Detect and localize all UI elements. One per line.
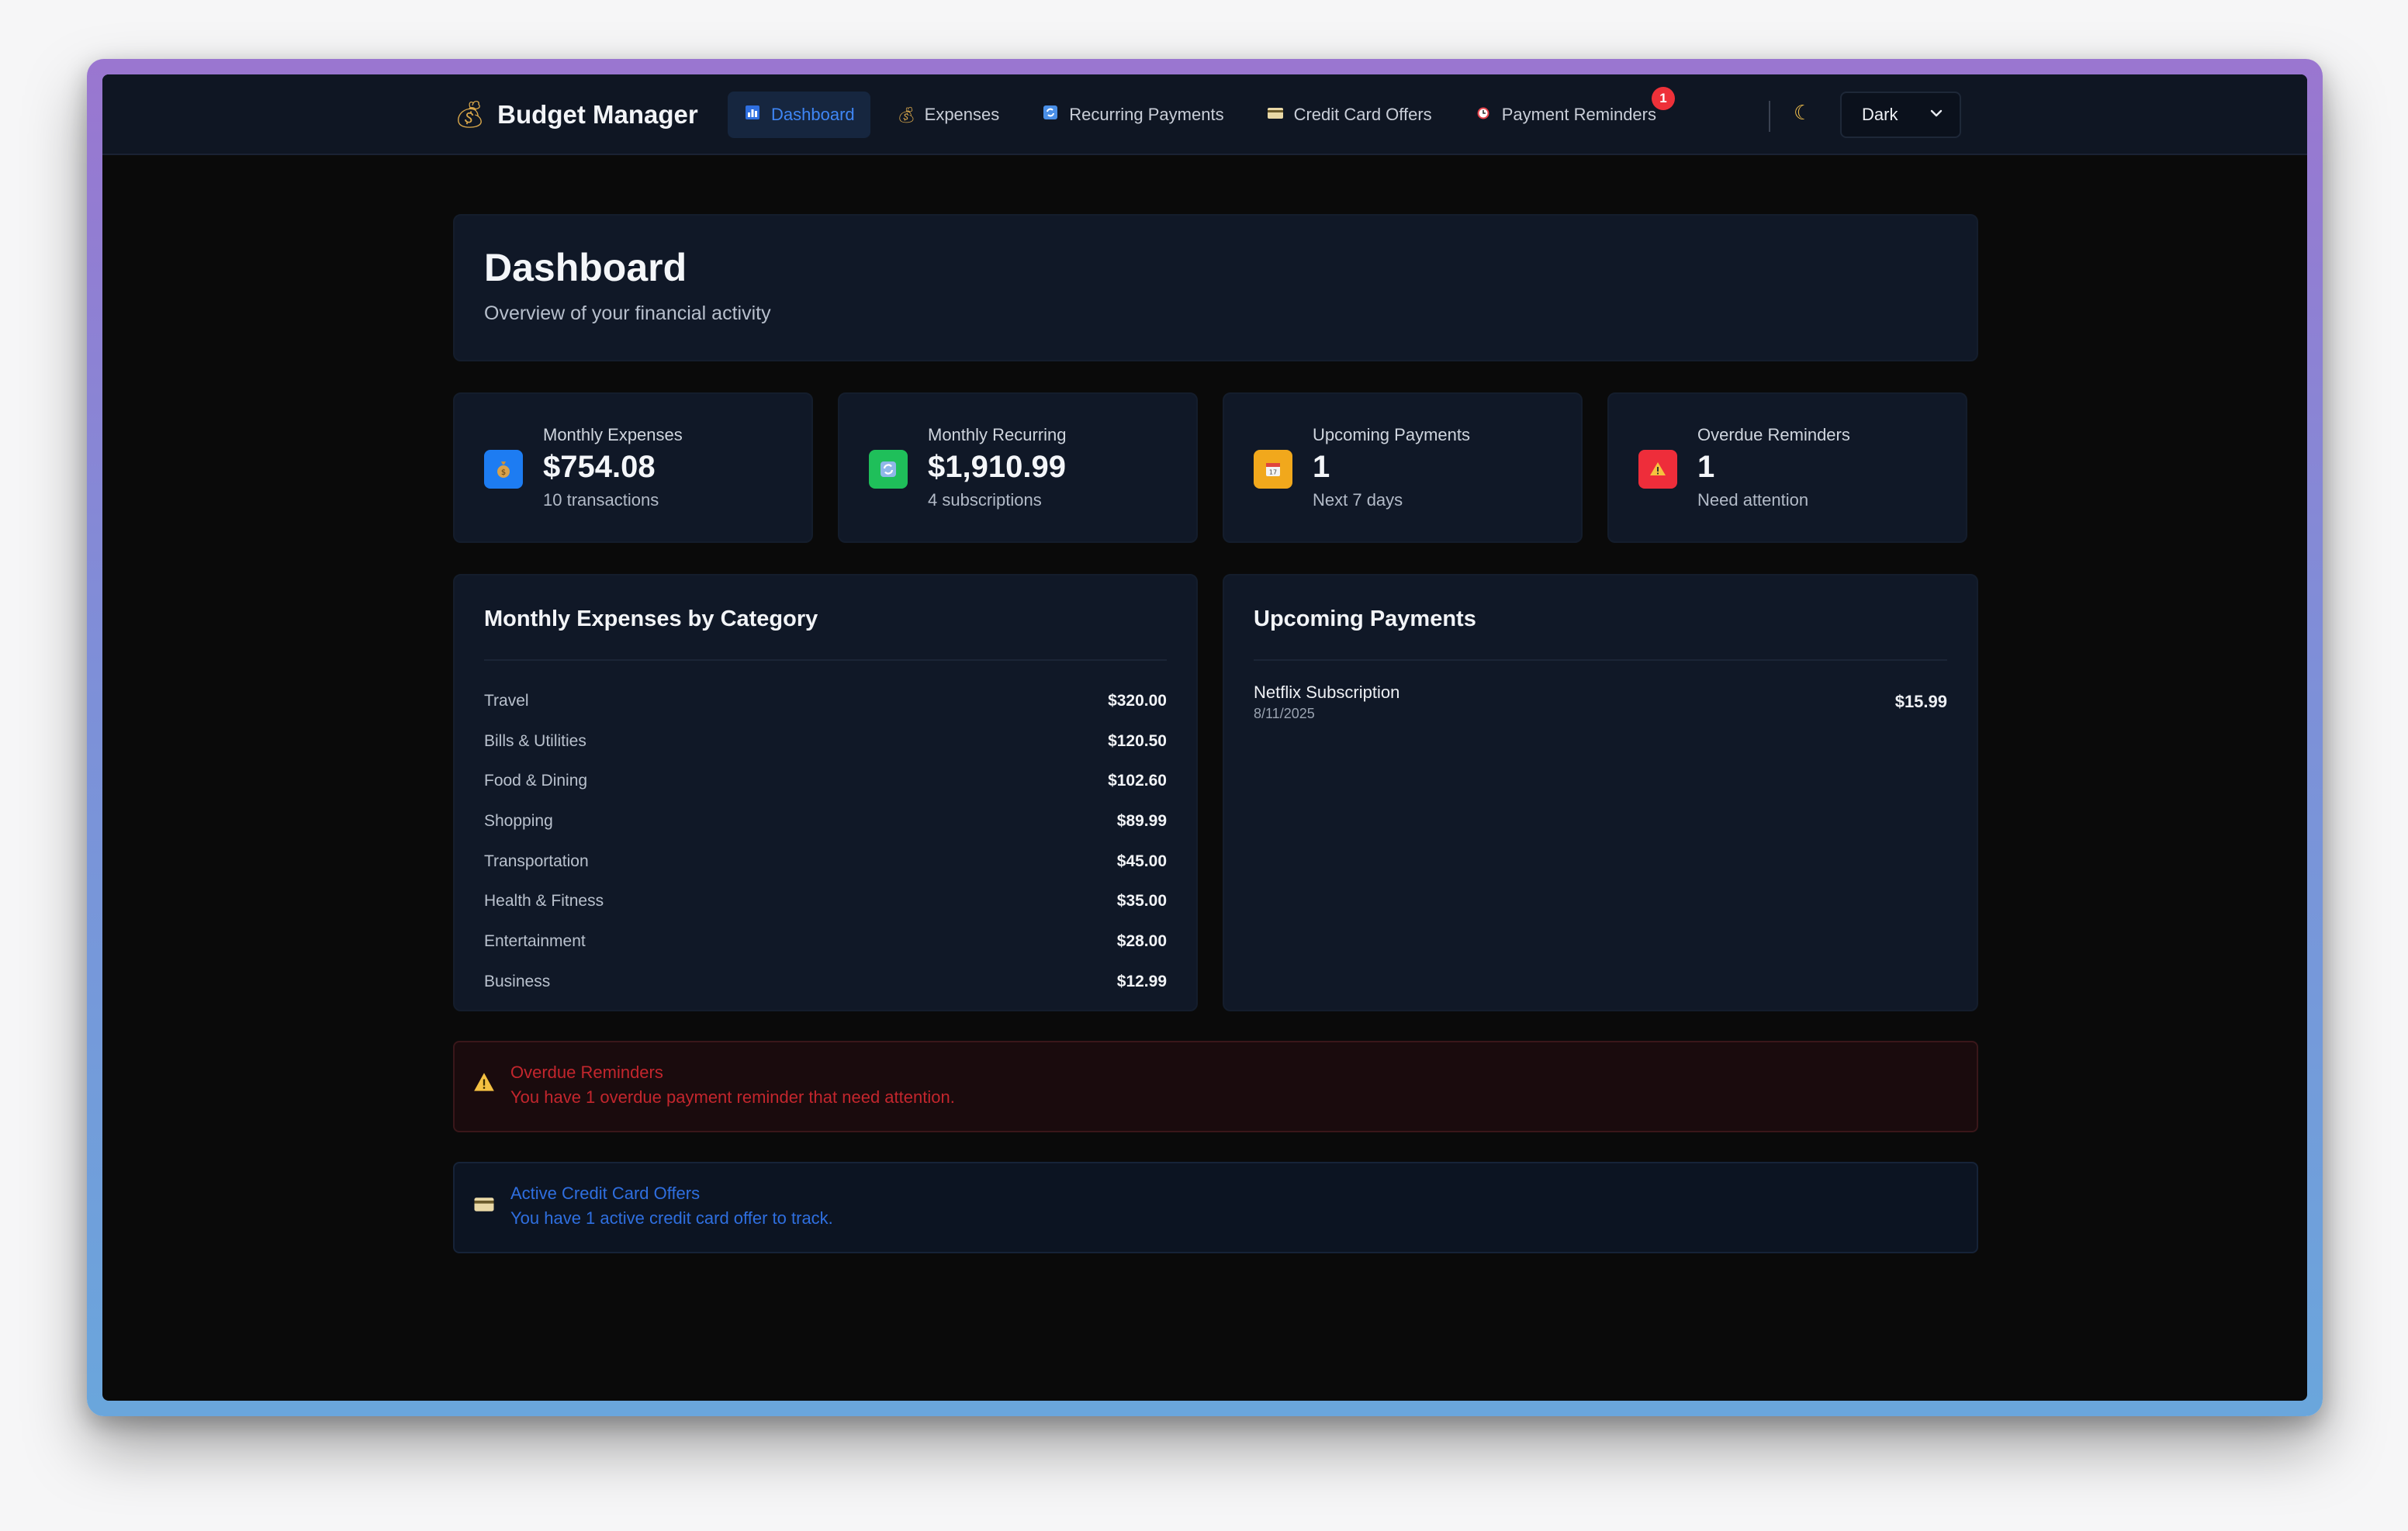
category-amount: $28.00 [1116,931,1167,950]
stat-subtext: 10 transactions [543,490,659,510]
warning-icon [1638,450,1677,489]
theme-select[interactable]: Dark [1840,92,1961,138]
chart-icon [743,105,762,125]
payment-name: Netflix Subscription [1254,683,1400,702]
category-name: Entertainment [484,931,586,950]
moon-icon: ☾ [1794,101,1812,124]
category-name: Transportation [484,852,589,870]
payment-date: 8/11/2025 [1254,706,1315,721]
nav-item-credit-card-offers[interactable]: Credit Card Offers [1251,92,1448,138]
category-amount: $89.99 [1116,811,1167,830]
chevron-down-icon [1930,109,1943,117]
list-item: Business $12.99 [484,962,1167,1002]
category-name: Health & Fitness [484,892,604,911]
svg-text:17: 17 [1269,469,1277,476]
nav-label: Recurring Payments [1069,105,1224,124]
calendar-icon: 17 [1254,450,1292,489]
stat-value: $754.08 [543,450,656,484]
page-subtitle: Overview of your financial activity [484,302,771,324]
alert-text: You have 1 overdue payment reminder that… [510,1087,955,1107]
warning-icon [473,1072,495,1097]
stat-label: Overdue Reminders [1697,425,1850,444]
stat-card-monthly-expenses: $ Monthly Expenses $754.08 10 transactio… [453,392,813,543]
category-name: Food & Dining [484,772,588,790]
category-name: Bills & Utilities [484,731,586,750]
app-title: Budget Manager [497,100,698,129]
repeat-icon [869,450,908,489]
theme-select-value: Dark [1862,105,1898,124]
alert-text: You have 1 active credit card offer to t… [510,1208,833,1228]
list-item: Shopping $89.99 [484,801,1167,842]
nav-divider [1769,101,1770,132]
section-title: Upcoming Payments [1254,607,1476,631]
category-name: Shopping [484,811,553,830]
nav-label: Credit Card Offers [1293,105,1432,124]
alarm-clock-icon [1474,105,1493,125]
credit-card-offers-alert: Active Credit Card Offers You have 1 act… [453,1162,1978,1253]
nav-label: Dashboard [771,105,855,124]
stat-value: $1,910.99 [928,450,1066,484]
divider [1254,659,1947,661]
nav-item-expenses[interactable]: 💰︎ Expenses [881,92,1015,138]
brand[interactable]: 💰︎ Budget Manager [453,96,698,133]
list-item: Entertainment $28.00 [484,921,1167,962]
stat-label: Monthly Recurring [928,425,1067,444]
money-bag-icon: 💰︎ [896,106,917,124]
svg-text:$: $ [501,468,506,477]
divider [484,659,1167,661]
stat-label: Upcoming Payments [1313,425,1470,444]
window-frame: 💰︎ Budget Manager Dashboard 💰︎ Expenses [87,59,2323,1416]
main-nav: Dashboard 💰︎ Expenses Recurring Payments [728,87,1675,138]
stat-card-monthly-recurring: Monthly Recurring $1,910.99 4 subscripti… [838,392,1198,543]
stat-card-upcoming-payments: 17 Upcoming Payments 1 Next 7 days [1223,392,1583,543]
section-title: Monthly Expenses by Category [484,607,818,631]
notification-badge: 1 [1652,87,1675,110]
category-amount: $45.00 [1116,852,1167,870]
list-item: Health & Fitness $35.00 [484,881,1167,921]
credit-card-icon [473,1193,495,1218]
list-item: Travel $320.00 [484,681,1167,721]
app-screen: 💰︎ Budget Manager Dashboard 💰︎ Expenses [102,74,2307,1401]
category-amount: $35.00 [1116,892,1167,911]
top-navbar: 💰︎ Budget Manager Dashboard 💰︎ Expenses [102,74,2307,155]
category-name: Travel [484,691,529,710]
alert-title: Active Credit Card Offers [510,1184,701,1203]
money-bag-icon: $ [484,450,523,489]
stat-card-overdue-reminders: Overdue Reminders 1 Need attention [1607,392,1967,543]
stat-value: 1 [1697,450,1715,484]
nav-item-recurring-payments[interactable]: Recurring Payments [1026,92,1239,138]
stat-subtext: Need attention [1697,490,1809,510]
list-item: Transportation $45.00 [484,842,1167,882]
stat-label: Monthly Expenses [543,425,683,444]
overdue-reminders-alert: Overdue Reminders You have 1 overdue pay… [453,1041,1978,1132]
category-name: Business [484,972,551,990]
nav-item-dashboard[interactable]: Dashboard [728,92,870,138]
category-breakdown-panel: Monthly Expenses by Category Travel $320.… [453,574,1198,1011]
credit-card-icon [1266,106,1285,124]
stat-subtext: 4 subscriptions [928,490,1042,510]
upcoming-payments-panel: Upcoming Payments Netflix Subscription 8… [1223,574,1978,1011]
category-amount: $12.99 [1116,972,1167,990]
stat-value: 1 [1313,450,1330,484]
payment-amount: $15.99 [1894,692,1947,711]
category-amount: $320.00 [1108,691,1167,710]
page-header-card: Dashboard Overview of your financial act… [453,214,1978,361]
alert-title: Overdue Reminders [510,1063,663,1082]
category-amount: $120.50 [1108,731,1167,750]
list-item: Food & Dining $102.60 [484,761,1167,801]
list-item: Bills & Utilities $120.50 [484,721,1167,762]
page-title: Dashboard [484,246,687,289]
category-amount: $102.60 [1108,772,1167,790]
nav-label: Payment Reminders [1501,105,1656,124]
stat-subtext: Next 7 days [1313,490,1403,510]
nav-label: Expenses [924,105,1000,124]
repeat-icon [1041,105,1060,125]
nav-item-payment-reminders[interactable]: Payment Reminders 1 [1458,87,1675,138]
money-bag-icon: 💰︎ [453,100,487,130]
category-list: Travel $320.00 Bills & Utilities $120.50 F… [484,681,1167,1002]
